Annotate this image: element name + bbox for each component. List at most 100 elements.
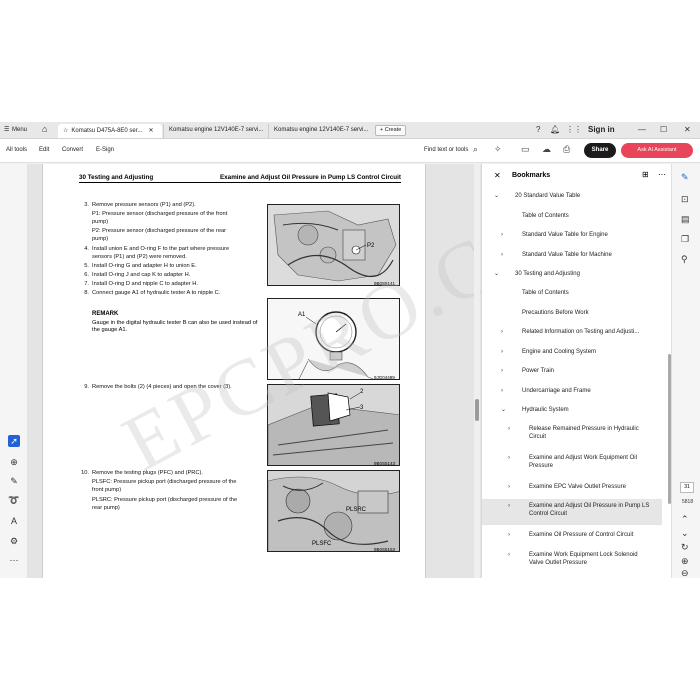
pdf-page: 30 Testing and Adjusting Examine and Adj…	[42, 164, 481, 578]
zoom-in-icon[interactable]: ⊕	[681, 556, 689, 567]
page-number-field[interactable]: 31	[680, 482, 694, 493]
bookmark-item[interactable]: › Undercarriage and Frame	[482, 384, 662, 400]
all-tools-menu[interactable]: All tools	[6, 147, 27, 153]
chevron-right-icon[interactable]: ›	[501, 348, 503, 356]
bookmarks-panel-icon[interactable]: ⊡	[681, 194, 689, 205]
help-icon[interactable]: ?	[536, 125, 540, 134]
draw-loop-icon[interactable]: ➰	[8, 494, 20, 506]
zoom-icon[interactable]: ⊕	[8, 456, 20, 468]
pages-icon[interactable]: ❐	[681, 234, 689, 245]
bookmark-label: Standard Value Table for Engine	[522, 232, 608, 238]
bookmark-add-icon[interactable]: ⊞	[642, 170, 649, 179]
figure-label: A1	[298, 312, 306, 318]
print-icon[interactable]: ⎙	[563, 144, 570, 155]
bookmark-item[interactable]: Precautions Before Work	[482, 306, 662, 322]
figure-label: PLSFC	[312, 541, 332, 547]
minimize-icon[interactable]: —	[638, 125, 646, 134]
tab-document-2[interactable]: Komatsu engine 12V140E-7 servi...	[163, 124, 267, 138]
chevron-down-icon[interactable]: ⌄	[494, 270, 499, 278]
bookmark-item[interactable]: Table of Contents	[482, 209, 662, 225]
comment-icon[interactable]: ▭	[521, 144, 530, 155]
chevron-right-icon[interactable]: ›	[508, 531, 510, 539]
convert-menu[interactable]: Convert	[62, 147, 83, 153]
left-tool-rail: ➚ ⊕ ✎ ➰ A ⚙ ⋯	[0, 164, 28, 578]
chevron-right-icon[interactable]: ›	[508, 502, 510, 510]
stamp-icon[interactable]: ⚙	[8, 535, 20, 547]
bookmark-item[interactable]: › Power Train	[482, 364, 662, 380]
chevron-right-icon[interactable]: ›	[508, 425, 510, 433]
chevron-right-icon[interactable]: ›	[508, 551, 510, 559]
chevron-down-icon[interactable]: ⌄	[501, 406, 506, 414]
chevron-right-icon[interactable]: ›	[501, 328, 503, 336]
ask-ai-assistant-button[interactable]: Ask AI Assistant	[621, 143, 693, 158]
close-icon[interactable]: ✕	[494, 171, 501, 180]
page-down-icon[interactable]: ⌄	[681, 528, 689, 539]
attachment-icon[interactable]: ⚲	[681, 254, 688, 265]
home-icon[interactable]: ⌂	[42, 124, 47, 134]
new-tab-button[interactable]: + Create	[375, 125, 407, 136]
remark-text: Gauge in the digital hydraulic tester B …	[92, 320, 258, 333]
close-window-icon[interactable]: ✕	[684, 125, 691, 134]
rotate-icon[interactable]: ↻	[681, 542, 689, 553]
chevron-right-icon[interactable]: ›	[501, 367, 503, 375]
bookmark-item[interactable]: ⌄ 30 Testing and Adjusting	[482, 267, 662, 283]
bookmark-item[interactable]: › Related Information on Testing and Adju…	[482, 325, 662, 341]
text-box-icon[interactable]: A	[8, 515, 20, 527]
notification-bell-icon[interactable]: 🔔︎	[550, 125, 560, 134]
chevron-right-icon[interactable]: ›	[501, 251, 503, 259]
bookmark-item[interactable]: › Examine Oil Pressure of Control Circuit	[482, 528, 662, 544]
find-text-field[interactable]: Find text or tools	[424, 147, 468, 153]
figure-pickup-ports: PLSRC PLSFC 9B0S5153	[267, 470, 400, 552]
menu-button[interactable]: ☰ Menu	[4, 126, 27, 133]
bookmark-item[interactable]: › Release Remained Pressure in Hydraulic …	[482, 422, 662, 448]
apps-grid-icon[interactable]: ⋮⋮	[566, 125, 582, 134]
chevron-right-icon[interactable]: ›	[501, 231, 503, 239]
comments-panel-icon[interactable]: ✎	[681, 172, 689, 183]
sign-in-button[interactable]: Sign in	[588, 125, 615, 134]
maximize-icon[interactable]: ☐	[660, 125, 667, 134]
bookmark-label: Undercarriage and Frame	[522, 388, 591, 394]
bookmark-label: Standard Value Table for Machine	[522, 252, 612, 258]
bookmark-item[interactable]: › Engine and Cooling System	[482, 345, 662, 361]
more-tools-icon[interactable]: ⋯	[8, 554, 20, 566]
tab-document-3[interactable]: Komatsu engine 12V140E-7 servi...	[268, 124, 372, 138]
close-tab-icon[interactable]: ✕	[148, 128, 153, 134]
bookmark-label: Examine Oil Pressure of Control Circuit	[529, 532, 634, 538]
chevron-right-icon[interactable]: ›	[508, 454, 510, 462]
bookmark-item[interactable]: Table of Contents	[482, 286, 662, 302]
bookmark-item[interactable]: › Examine and Adjust Oil Pressure in Pump…	[482, 499, 662, 525]
esign-menu[interactable]: E-Sign	[96, 147, 114, 153]
chevron-down-icon[interactable]: ⌄	[494, 192, 499, 200]
page-up-icon[interactable]: ⌃	[681, 514, 689, 525]
right-tool-rail: ✎ ⊡ ▤ ❐ ⚲ 31 5818 ⌃ ⌄ ↻ ⊕ ⊖	[671, 164, 700, 578]
star-icon[interactable]: ☆	[63, 128, 68, 134]
bookmark-icon[interactable]: ▤	[681, 214, 690, 225]
search-icon[interactable]: ⌕	[473, 144, 478, 155]
pen-icon[interactable]: ✎	[8, 475, 20, 487]
ai-sparkle-icon[interactable]: ✧	[494, 144, 502, 155]
bookmark-item[interactable]: ⌄ 20 Standard Value Table	[482, 189, 662, 205]
share-button[interactable]: Share	[584, 143, 616, 158]
bookmark-item[interactable]: › Standard Value Table for Machine	[482, 248, 662, 264]
document-viewport[interactable]: 30 Testing and Adjusting Examine and Adj…	[28, 164, 481, 578]
figure-illustration: PLSRC PLSFC 9B0S5153	[268, 471, 399, 551]
bookmark-item[interactable]: › Examine and Adjust Work Equipment Oil P…	[482, 451, 662, 477]
tab-document-1[interactable]: ☆ Komatsu D475A-8E0 ser... ✕	[58, 124, 162, 138]
chevron-right-icon[interactable]: ›	[508, 483, 510, 491]
hamburger-icon: ☰	[4, 127, 10, 133]
document-scrollbar[interactable]	[474, 164, 480, 578]
chevron-right-icon[interactable]: ›	[501, 387, 503, 395]
select-cursor-icon[interactable]: ➚	[8, 435, 20, 447]
bookmark-label: Related Information on Testing and Adjus…	[522, 329, 640, 335]
upload-cloud-icon[interactable]: ☁	[542, 144, 551, 155]
zoom-out-icon[interactable]: ⊖	[681, 568, 689, 579]
scrollbar-thumb[interactable]	[475, 399, 479, 421]
bookmark-item[interactable]: › Examine EPC Valve Outlet Pressure	[482, 480, 662, 496]
more-options-icon[interactable]: ⋯	[658, 170, 666, 179]
bookmark-item[interactable]: › Examine Work Equipment Lock Solenoid Va…	[482, 548, 662, 574]
svg-text:P2: P2	[367, 243, 375, 249]
bookmark-item[interactable]: › Standard Value Table for Engine	[482, 228, 662, 244]
bookmark-item[interactable]: ⌄ Hydraulic System	[482, 403, 662, 419]
tab-label: Komatsu D475A-8E0 ser...	[71, 128, 143, 134]
edit-menu[interactable]: Edit	[39, 147, 49, 153]
